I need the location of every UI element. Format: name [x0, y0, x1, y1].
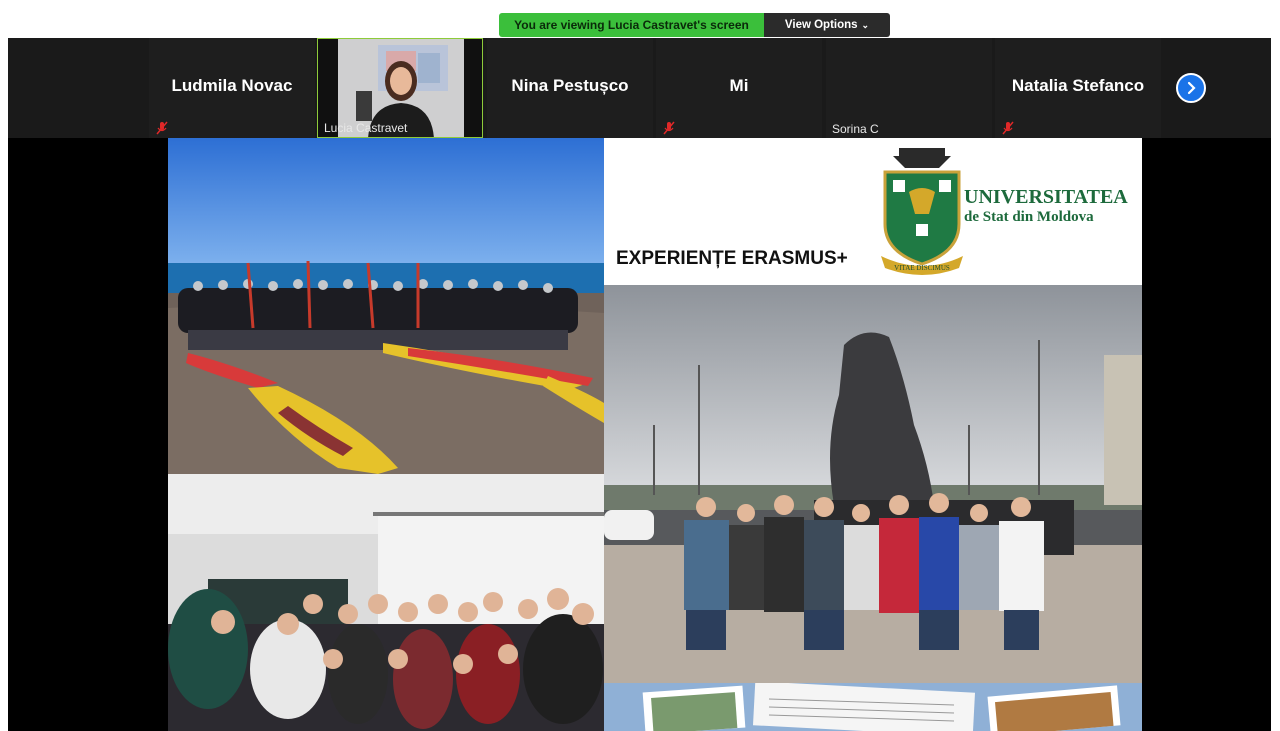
meeting-window: Ludmila Novac Lucia Castravet Nina Pestu… — [8, 38, 1271, 731]
university-name-line2: de Stat din Moldova — [964, 209, 1094, 225]
participant-name: Ludmila Novac — [171, 76, 293, 95]
view-options-button[interactable]: View Options ⌄ — [764, 13, 890, 37]
participant-tile[interactable]: Ludmila Novac — [149, 38, 315, 138]
university-name: UNIVERSITATEA de Stat din Moldova — [964, 186, 1128, 226]
kayak-beach-photo — [168, 138, 604, 474]
slide-header-panel: EXPERIENȚE ERASMUS+ VITAE DISCIMUS UNIVE… — [604, 138, 1142, 285]
classroom-group-photo — [168, 474, 604, 731]
statue-group-photo — [604, 285, 1142, 683]
view-options-label: View Options — [784, 19, 858, 31]
participant-tile[interactable]: Nina Pestușco — [487, 38, 653, 138]
next-participants-button[interactable] — [1176, 73, 1206, 103]
participant-tile[interactable]: Mi — [656, 38, 822, 138]
mic-muted-icon — [663, 121, 675, 135]
participant-name: Natalia Stefanco — [1011, 76, 1145, 95]
university-name-line1: UNIVERSITATEA — [964, 186, 1128, 208]
screen-share-banner: You are viewing Lucia Castravet's screen… — [499, 13, 890, 37]
participant-name: Sorina C — [832, 122, 879, 136]
slide-title: EXPERIENȚE ERASMUS+ — [616, 248, 848, 269]
participant-name: Mi — [729, 76, 749, 95]
chevron-right-icon — [1187, 81, 1196, 95]
participant-strip: Ludmila Novac Lucia Castravet Nina Pestu… — [8, 38, 1271, 138]
participant-tile[interactable]: Sorina C — [826, 38, 992, 138]
collage-postcards-strip — [604, 683, 1142, 731]
mic-muted-icon — [156, 121, 168, 135]
chevron-down-icon: ⌄ — [861, 19, 870, 30]
shared-presentation-slide: EXPERIENȚE ERASMUS+ VITAE DISCIMUS UNIVE… — [168, 138, 1142, 731]
university-crest-icon: VITAE DISCIMUS — [881, 148, 963, 275]
share-status-text: You are viewing Lucia Castravet's screen — [499, 13, 764, 37]
mic-muted-icon — [1002, 121, 1014, 135]
participant-tile-active-speaker[interactable]: Lucia Castravet — [317, 38, 483, 138]
participant-name: Nina Pestușco — [511, 76, 629, 95]
participant-name: Lucia Castravet — [324, 121, 408, 135]
participant-tile[interactable]: Natalia Stefanco — [995, 38, 1161, 138]
university-motto: VITAE DISCIMUS — [894, 264, 950, 272]
